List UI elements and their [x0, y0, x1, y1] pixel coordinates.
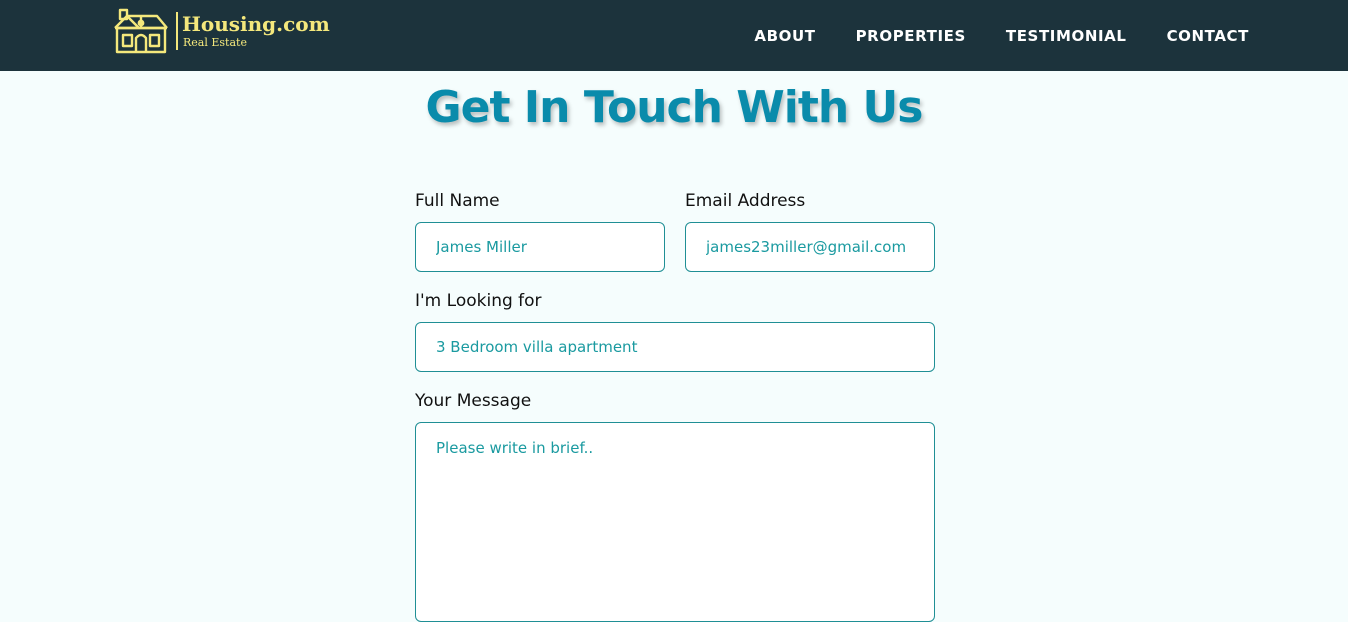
full-name-field[interactable] — [415, 222, 665, 272]
nav-properties-link[interactable]: PROPERTIES — [856, 27, 966, 45]
looking-for-label: I'm Looking for — [415, 291, 542, 311]
nav-contact-link[interactable]: CONTACT — [1167, 27, 1249, 45]
full-name-label: Full Name — [415, 191, 500, 211]
looking-for-field[interactable] — [415, 322, 935, 372]
email-field[interactable] — [685, 222, 935, 272]
brand-name: Housing.com — [182, 12, 330, 36]
brand-tagline: Real Estate — [183, 36, 247, 49]
page-title: Get In Touch With Us — [425, 82, 924, 133]
logo-divider — [176, 12, 178, 50]
top-navbar: Housing.com Real Estate ABOUT PROPERTIES… — [0, 0, 1348, 71]
main-nav: ABOUT PROPERTIES TESTIMONIAL CONTACT — [754, 0, 1249, 71]
brand-logo[interactable]: Housing.com Real Estate — [113, 8, 330, 54]
message-label: Your Message — [415, 391, 532, 411]
nav-about-link[interactable]: ABOUT — [754, 27, 815, 45]
house-icon — [114, 8, 168, 54]
logo-text: Housing.com Real Estate — [182, 12, 330, 50]
nav-testimonial-link[interactable]: TESTIMONIAL — [1006, 27, 1127, 45]
email-label: Email Address — [685, 191, 806, 211]
message-textarea[interactable] — [415, 422, 935, 622]
